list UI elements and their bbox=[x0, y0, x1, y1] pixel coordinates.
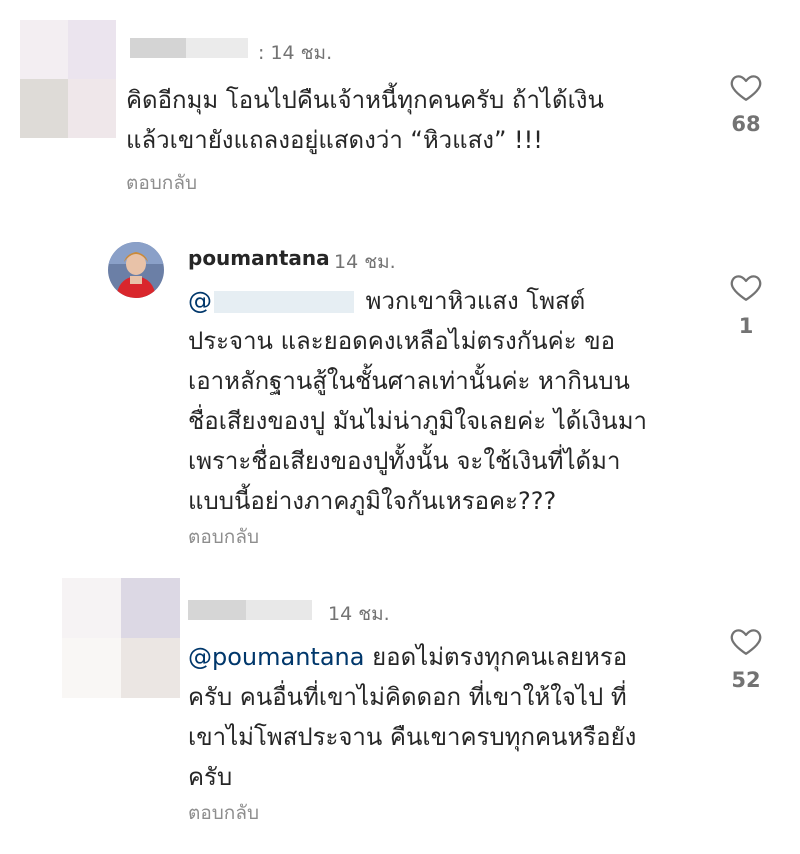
reply-button[interactable]: ตอบกลับ bbox=[188, 798, 259, 828]
reply-button[interactable]: ตอบกลับ bbox=[188, 522, 259, 552]
comment-timestamp: 14 ชม. bbox=[328, 603, 390, 625]
like-count: 68 bbox=[731, 112, 761, 136]
comment-username[interactable]: poumantana bbox=[188, 246, 330, 270]
comment-text: คิดอีกมุม โอนไปคืนเจ้าหนี้ทุกคนครับ ถ้าไ… bbox=[126, 80, 604, 160]
commenter-avatar[interactable] bbox=[20, 20, 116, 138]
comment-line: ครับ bbox=[188, 763, 233, 791]
comment-line: เพราะชื่อเสียงของปูทั้งนั้น จะใช้เงินที่… bbox=[188, 447, 621, 475]
comment-line: ยอดไม่ตรงทุกคนเลยหรอ bbox=[364, 643, 628, 671]
comment-line: คิดอีกมุม โอนไปคืนเจ้าหนี้ทุกคนครับ ถ้าไ… bbox=[126, 86, 604, 114]
comment-line: แบบนี้อย่างภาคภูมิใจกันเหรอคะ??? bbox=[188, 487, 557, 515]
comment-text: @ พวกเขาหิวแสง โพสต์ ประจาน และยอดคงเหลื… bbox=[188, 281, 647, 521]
heart-outline-icon[interactable] bbox=[728, 70, 764, 104]
commenter-username-redacted[interactable] bbox=[130, 38, 248, 58]
commenter-username-redacted[interactable] bbox=[188, 600, 312, 620]
comment-line: ชื่อเสียงของปู มันไม่น่าภูมิใจเลยค่ะ ได้… bbox=[188, 407, 647, 435]
comment-line: ครับ คนอื่นที่เขาไม่คิดดอก ที่เขาให้ใจไป… bbox=[188, 683, 627, 711]
reply-button[interactable]: ตอบกลับ bbox=[126, 168, 197, 198]
comment-line: เอาหลักฐานสู้ในชั้นศาลเท่านั้นค่ะ หากินบ… bbox=[188, 367, 630, 395]
mention-link[interactable]: @poumantana bbox=[188, 643, 364, 671]
profile-photo bbox=[108, 242, 164, 298]
heart-outline-icon[interactable] bbox=[728, 270, 764, 304]
comment-timestamp: 14 ชม. bbox=[334, 251, 396, 273]
comment-text: @poumantana ยอดไม่ตรงทุกคนเลยหรอ ครับ คน… bbox=[188, 637, 636, 797]
mention-at: @ bbox=[188, 287, 212, 315]
comment-timestamp: : 14 ชม. bbox=[258, 42, 333, 64]
commenter-avatar[interactable] bbox=[62, 578, 180, 698]
mention-username-redacted bbox=[214, 291, 354, 313]
comment-line: ประจาน และยอดคงเหลือไม่ตรงกันค่ะ ขอ bbox=[188, 327, 616, 355]
comment-line: เขาไม่โพสประจาน คืนเขาครบทุกคนหรือยัง bbox=[188, 723, 637, 751]
comment-line: แล้วเขายังแถลงอยู่แสดงว่า “หิวแสง” !!! bbox=[126, 126, 543, 154]
avatar[interactable] bbox=[108, 242, 164, 298]
comment-line: พวกเขาหิวแสง โพสต์ bbox=[358, 287, 586, 315]
heart-outline-icon[interactable] bbox=[728, 624, 764, 658]
like-count: 1 bbox=[738, 314, 754, 338]
like-count: 52 bbox=[731, 668, 761, 692]
mention-link[interactable]: @ bbox=[188, 287, 358, 315]
